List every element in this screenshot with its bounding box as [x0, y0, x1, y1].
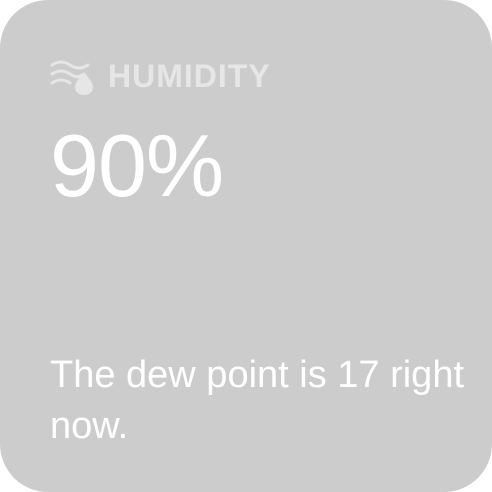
humidity-widget[interactable]: HUMIDITY 90% The dew point is 17 right n…: [0, 0, 492, 492]
widget-header: HUMIDITY: [50, 54, 271, 98]
widget-title: HUMIDITY: [108, 58, 271, 94]
dew-point-description: The dew point is 17 right now.: [50, 354, 465, 448]
humidity-value: 90%: [50, 116, 224, 215]
humidity-icon: [50, 56, 98, 96]
